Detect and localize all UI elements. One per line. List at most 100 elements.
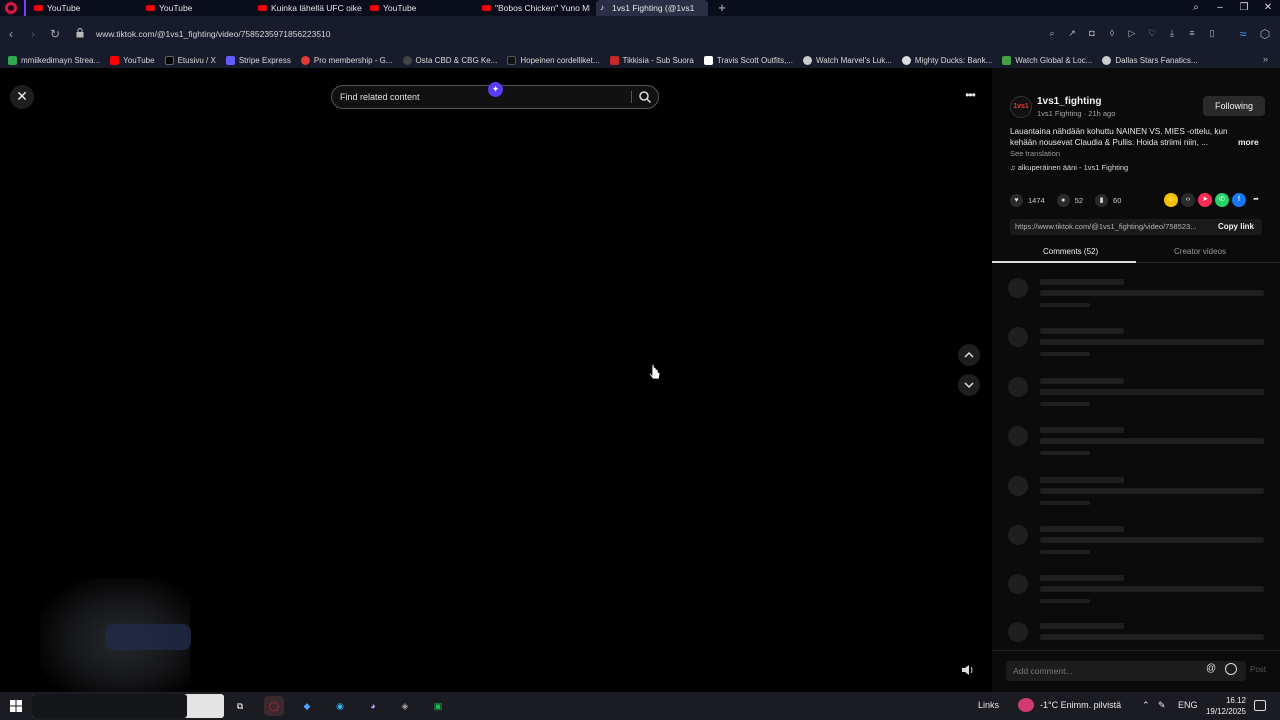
comment-skeleton (1008, 327, 1268, 363)
clock-date: 19/12/2025 (1205, 707, 1246, 716)
search-icon[interactable]: ⌕ (1046, 26, 1058, 40)
bookmarks-overflow-icon[interactable]: » (1263, 54, 1268, 64)
copy-link-button[interactable]: Copy link (1218, 222, 1254, 231)
wallet-icon[interactable]: ▯ (1206, 26, 1218, 40)
tab-youtube-1[interactable]: YouTube (30, 0, 136, 16)
bookmark-item[interactable]: Hopeinen cordelliket... (507, 55, 600, 65)
back-button[interactable]: ‹ (4, 26, 18, 42)
like-button[interactable]: ♥ 1474 (1010, 193, 1045, 207)
copilot-taskbar-icon[interactable]: ◆ (297, 696, 317, 716)
like-count: 1474 (1028, 195, 1045, 205)
search-tabs-icon[interactable]: ⌕ (1184, 0, 1208, 16)
extensions-icon[interactable]: ⬡ (1258, 26, 1272, 42)
messenger-taskbar-icon[interactable]: ◕ (363, 696, 383, 716)
stripe-icon (225, 55, 235, 65)
bookmark-item[interactable]: YouTube (110, 55, 155, 65)
music-link[interactable]: ♫ alkuperäinen ääni - 1vs1 Fighting (1010, 163, 1128, 172)
weather-icon[interactable] (1018, 698, 1034, 712)
share-arrow-icon[interactable]: ➦ (1249, 193, 1263, 207)
tab-youtube-2[interactable]: YouTube (142, 0, 248, 16)
share-link-text[interactable]: https://www.tiktok.com/@1vs1_fighting/vi… (1015, 222, 1205, 231)
next-video-button[interactable] (958, 374, 980, 396)
mention-icon[interactable]: @ (1206, 663, 1216, 674)
links-toolbar[interactable]: Links (978, 700, 999, 710)
see-translation-link[interactable]: See translation (1010, 149, 1060, 158)
comment-skeleton (1008, 278, 1268, 314)
whatsapp-icon[interactable]: ✆ (1215, 193, 1229, 207)
embed-icon[interactable]: ‹› (1181, 193, 1195, 207)
task-view-icon[interactable]: ⧉ (230, 696, 250, 716)
shield-icon[interactable]: ◊ (1106, 26, 1118, 40)
comment-button[interactable]: ● 52 (1056, 193, 1083, 207)
bookmark-item[interactable]: Etusivu / X (164, 55, 216, 65)
clock[interactable]: 16.12 19/12/2025 (1198, 695, 1246, 717)
heart-icon[interactable]: ♡ (1146, 26, 1158, 40)
facebook-icon[interactable]: f (1232, 193, 1246, 207)
url-field[interactable]: www.tiktok.com/@1vs1_fighting/video/7585… (96, 29, 331, 39)
search-icon[interactable] (638, 90, 652, 104)
menu-icon[interactable]: ≡ (1186, 26, 1198, 40)
avatar[interactable]: 1vs1 (1010, 96, 1032, 118)
tab-bobos-chicken[interactable]: "Bobos Chicken" Yuno Mi (478, 0, 590, 16)
share-icon[interactable]: ↗ (1066, 26, 1078, 40)
close-video-button[interactable]: ✕ (10, 85, 34, 109)
previous-video-button[interactable] (958, 344, 980, 366)
shield-taskbar-icon[interactable]: ◈ (395, 696, 415, 716)
bookmark-item[interactable]: mmiikedimayn Strea... (8, 55, 101, 65)
windows-start-icon[interactable] (10, 700, 22, 712)
bookmark-item[interactable]: Dallas Stars Fanatics... (1102, 55, 1198, 65)
more-button[interactable]: more (1238, 137, 1259, 147)
notification-icon[interactable] (1254, 700, 1266, 711)
clock-time: 16.12 (1225, 696, 1246, 705)
new-tab-button[interactable]: + (715, 0, 729, 16)
bookmark-item[interactable]: Tikkisia - Sub Suora (609, 55, 694, 65)
forward-button[interactable]: › (26, 26, 40, 42)
opera-taskbar-icon[interactable]: ◯ (264, 696, 284, 716)
send-icon[interactable]: ➤ (1198, 193, 1212, 207)
network-icon[interactable]: ✎ (1158, 700, 1166, 711)
bookmark-item[interactable]: Osta CBD & CBG Ke... (402, 55, 497, 65)
video-actions: ♥ 1474 ● 52 ▮ 60 (1010, 192, 1133, 208)
youtube-icon (258, 5, 267, 11)
tab-youtube-3[interactable]: YouTube (366, 0, 474, 16)
friends-share-icon[interactable]: ☺ (1164, 193, 1178, 207)
download-icon[interactable]: ⤓ (1166, 26, 1178, 40)
ai-sidebar-icon[interactable]: ≈ (1236, 26, 1250, 42)
tray-chevron-icon[interactable]: ⌃ (1142, 700, 1150, 711)
author-name[interactable]: 1vs1_fighting (1037, 96, 1101, 107)
bookmark-item[interactable]: Watch Global & Loc... (1002, 55, 1092, 65)
minimize-button[interactable]: – (1208, 0, 1232, 16)
following-button[interactable]: Following (1203, 96, 1265, 116)
bookmark-item[interactable]: Watch Marvel's Luk... (802, 55, 892, 65)
tab-comments[interactable]: Comments (52) (1043, 247, 1098, 256)
tab-tiktok[interactable]: ♪ 1vs1 Fighting (@1vs1 (596, 0, 708, 16)
close-window-button[interactable]: ✕ (1256, 0, 1280, 16)
lock-icon (76, 28, 84, 38)
bookmark-label: mmiikedimayn Strea... (21, 55, 101, 65)
bookmark-label: Stripe Express (238, 55, 291, 65)
bookmark-item[interactable]: Stripe Express (225, 55, 291, 65)
speaker-icon (962, 665, 973, 675)
maximize-button[interactable]: ❐ (1232, 0, 1256, 16)
volume-button[interactable] (958, 660, 978, 680)
emoji-icon[interactable] (1225, 663, 1237, 675)
address-bar-actions: ⌕ ↗ ◘ ◊ ▷ ♡ ⤓ ≡ ▯ (1046, 26, 1218, 40)
ai-sparkle-icon[interactable]: ✦ (488, 82, 503, 97)
bookmark-item[interactable]: Mighty Ducks: Bank... (901, 55, 992, 65)
opera-logo-icon[interactable] (5, 2, 17, 14)
language-indicator[interactable]: ENG (1178, 700, 1198, 710)
tab-creator-videos[interactable]: Creator videos (1174, 247, 1226, 256)
app-taskbar-icon[interactable]: ▣ (428, 696, 448, 716)
camera-icon[interactable]: ◘ (1086, 26, 1098, 40)
bookmark-item[interactable]: Travis Scott Outfits,... (703, 55, 793, 65)
bookmark-item[interactable]: Pro membership - G... (300, 55, 393, 65)
more-options-button[interactable]: ••• (958, 85, 982, 109)
search-input[interactable] (340, 86, 620, 108)
reload-button[interactable]: ↻ (48, 26, 62, 42)
play-icon[interactable]: ▷ (1126, 26, 1138, 40)
edge-taskbar-icon[interactable]: ◉ (330, 696, 350, 716)
weather-text[interactable]: -1°C Enimm. pilvistä (1040, 700, 1121, 710)
tab-ufc[interactable]: Kuinka lähellä UFC oikeast (254, 0, 362, 16)
save-button[interactable]: ▮ 60 (1095, 193, 1121, 207)
post-button[interactable]: Post (1250, 665, 1266, 674)
